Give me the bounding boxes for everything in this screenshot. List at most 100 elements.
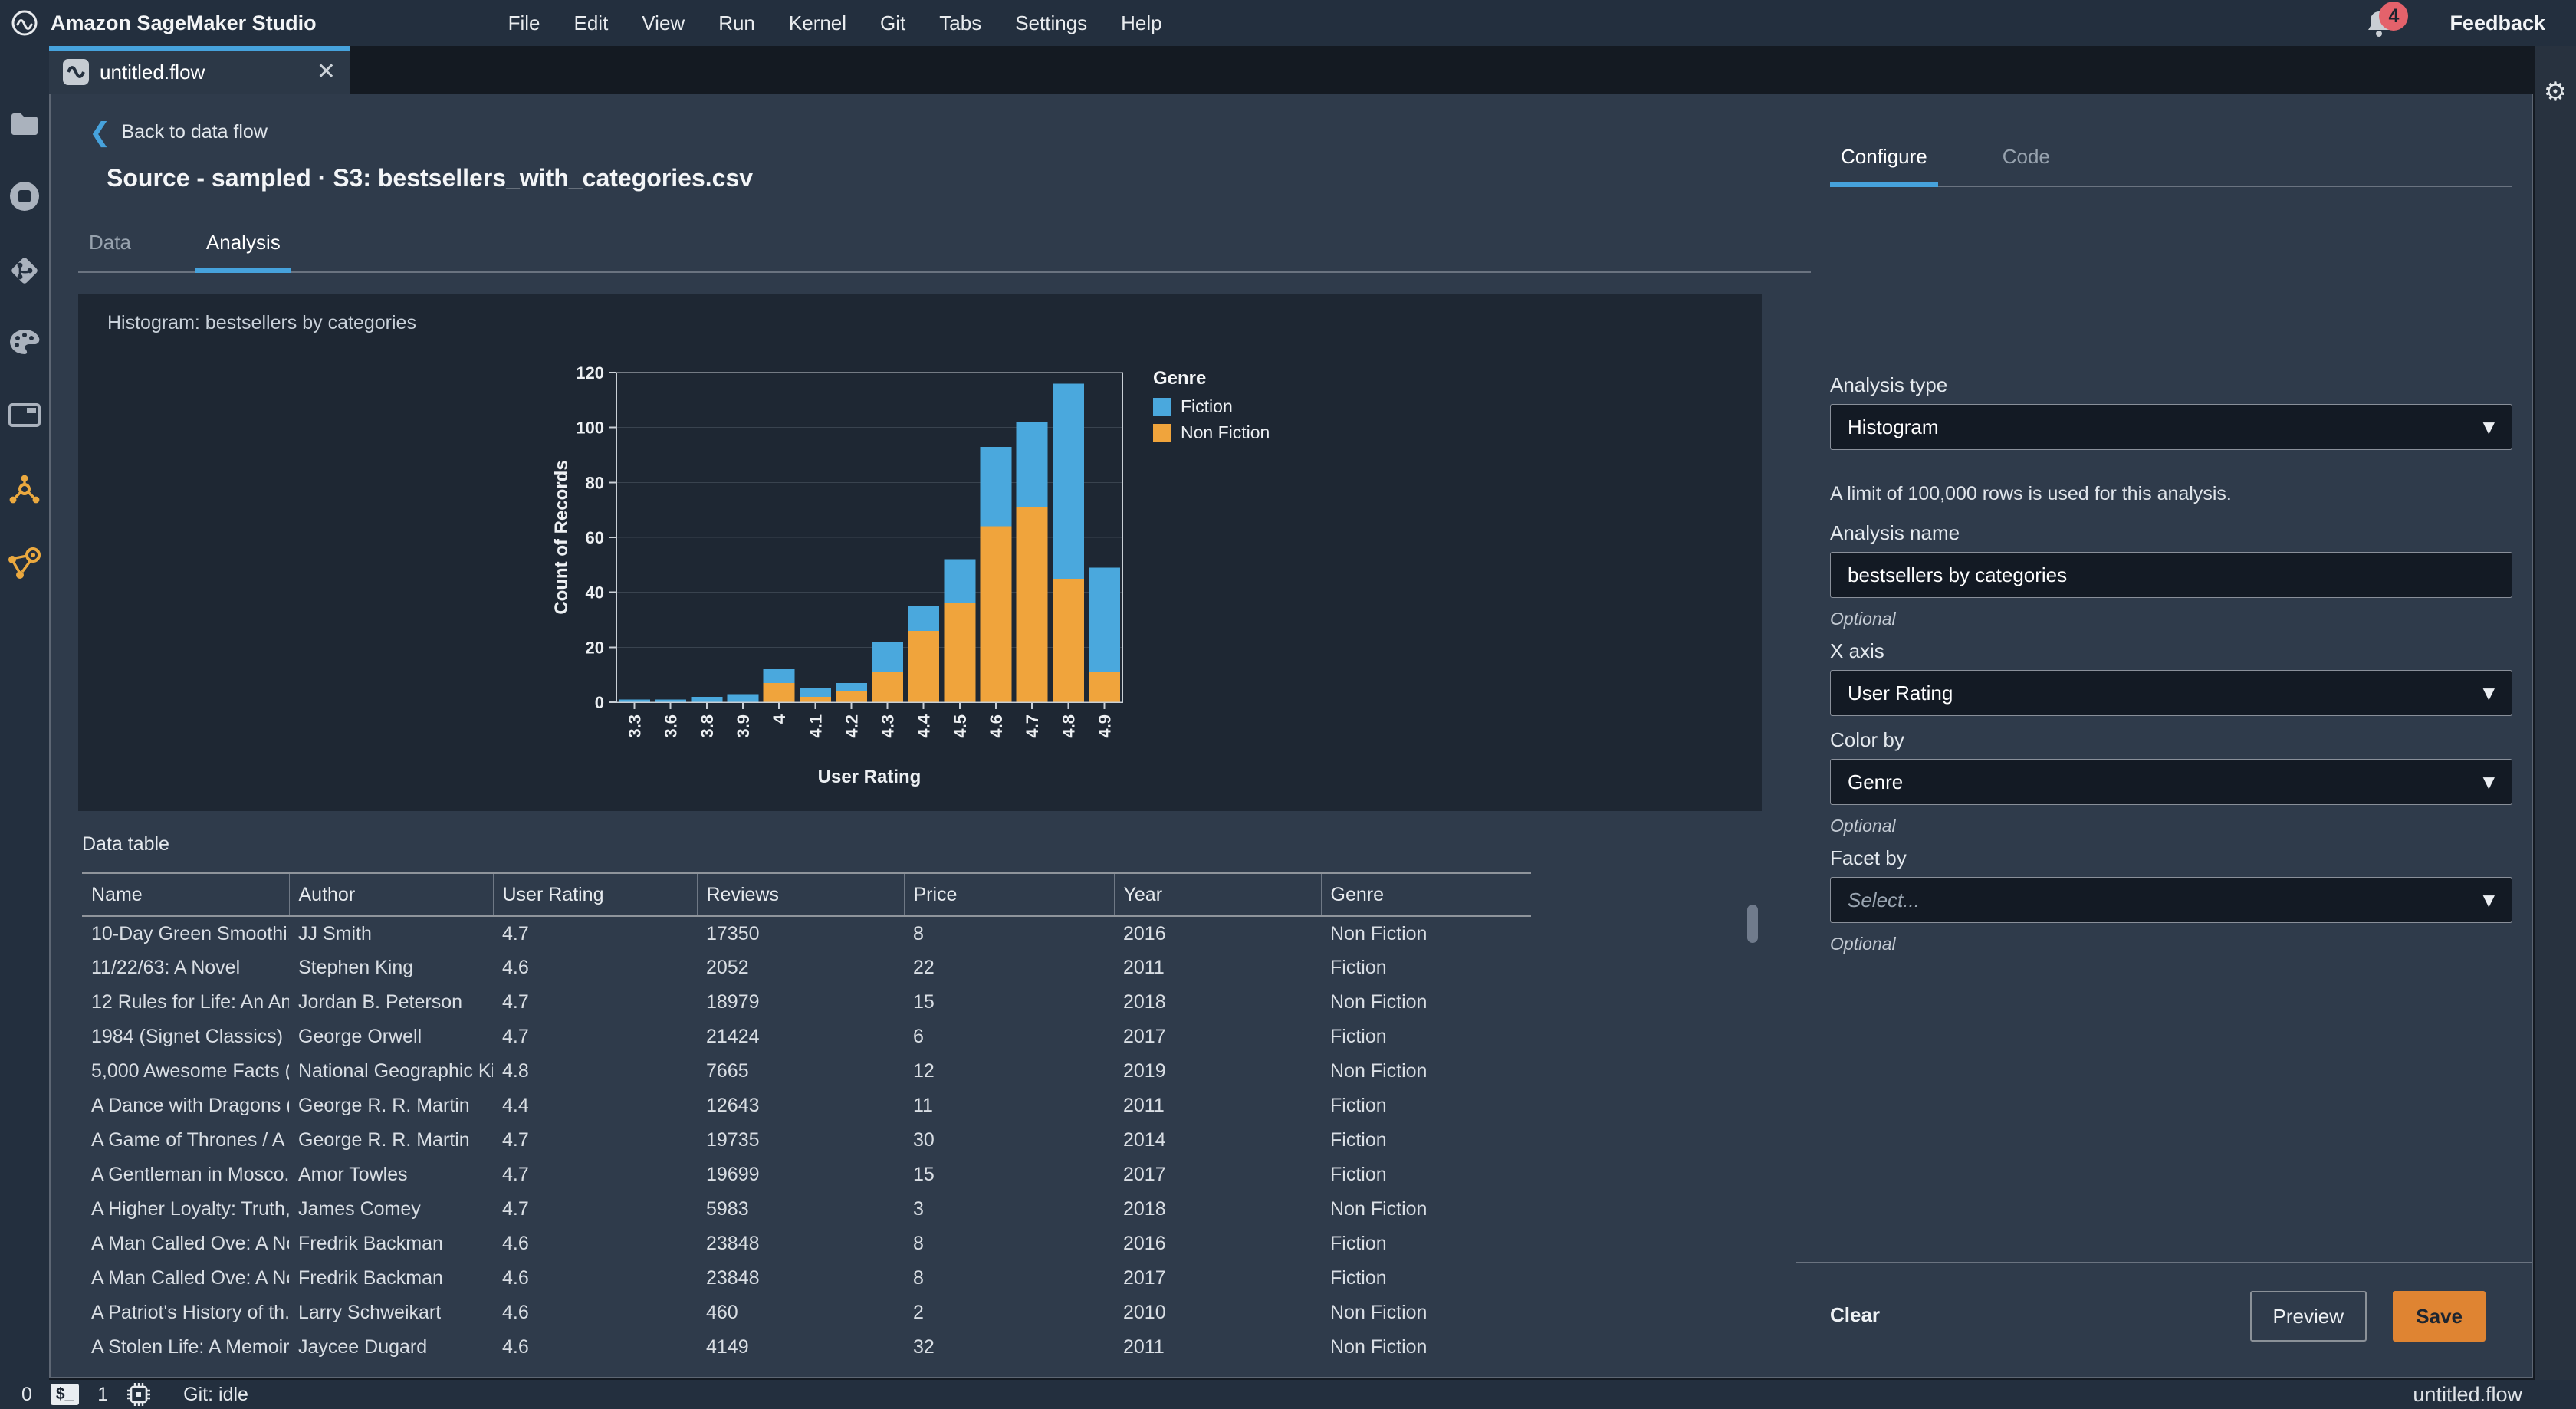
color-by-dropdown[interactable]: Genre ▼ [1830, 759, 2512, 805]
table-row[interactable]: 1984 (Signet Classics) George Orwell 4.7 21… [82, 1020, 1531, 1054]
table-header: Name Author User Rating Reviews Price Year Gen… [82, 872, 1531, 917]
kernel-chip-icon[interactable] [125, 1381, 153, 1408]
feedback-link[interactable]: Feedback [2450, 11, 2545, 35]
svg-text:60: 60 [586, 528, 604, 547]
analysis-name-label: Analysis name [1830, 521, 1960, 544]
row-limit-note: A limit of 100,000 rows is used for this… [1830, 483, 2232, 504]
back-to-data-flow-link[interactable]: ❮ Back to data flow [89, 120, 268, 146]
menu-bar: File Edit View Run Kernel Git Tabs Settings Help [508, 11, 1162, 35]
svg-text:User Rating: User Rating [818, 767, 922, 787]
analysis-config-panel: Configure Code Analysis type Histogram ▼… [1796, 94, 2532, 1375]
running-kernels-icon[interactable] [8, 180, 41, 212]
table-row[interactable]: A Stolen Life: A Memoir Jaycee Dugard 4.6 4… [82, 1330, 1531, 1357]
analysis-type-dropdown[interactable]: Histogram ▼ [1830, 404, 2512, 450]
components-registry-icon[interactable] [8, 474, 41, 507]
column-header-genre[interactable]: Genre [1320, 872, 1531, 917]
table-row[interactable]: A Patriot's History of th... Larry Schwei… [82, 1296, 1531, 1330]
tab-code[interactable]: Code [1992, 134, 2061, 186]
tab-analysis[interactable]: Analysis [195, 220, 291, 273]
color-by-label: Color by [1830, 728, 1904, 751]
table-row[interactable]: A Man Called Ove: A No...Fredrik Backman… [82, 1227, 1531, 1261]
preview-button[interactable]: Preview [2249, 1291, 2367, 1342]
menu-item-edit[interactable]: Edit [573, 11, 608, 35]
status-bar: 0 $_ 1 Git: idle untitled.flow [0, 1380, 2576, 1409]
column-header-user-rating[interactable]: User Rating [492, 872, 697, 917]
table-row[interactable]: A Dance with Dragons (... George R. R. Ma… [82, 1089, 1531, 1123]
table-row[interactable]: 11/22/63: A Novel Stephen King 4.6 2052 22 20… [82, 951, 1531, 985]
table-row[interactable]: A Man Called Ove: A No...Fredrik Backman… [82, 1261, 1531, 1296]
svg-text:4.5: 4.5 [951, 714, 970, 738]
svg-text:4.9: 4.9 [1095, 714, 1114, 738]
pipeline-graph-icon[interactable] [7, 546, 42, 580]
svg-text:Non Fiction: Non Fiction [1181, 422, 1270, 442]
svg-text:3.6: 3.6 [662, 714, 681, 738]
status-file-name: untitled.flow [2413, 1382, 2522, 1406]
tab-untitled-flow[interactable]: untitled.flow ✕ [49, 46, 350, 94]
svg-text:3.3: 3.3 [626, 714, 645, 738]
commands-palette-icon[interactable] [8, 328, 41, 356]
file-browser-icon[interactable] [10, 111, 39, 137]
histogram-chart-panel: Histogram: bestsellers by categories 0 20… [78, 294, 1762, 811]
svg-text:0: 0 [595, 693, 604, 712]
svg-text:3.8: 3.8 [698, 714, 717, 738]
table-row[interactable]: A Game of Thrones / A ... George R. R. Ma… [82, 1123, 1531, 1158]
tab-title: untitled.flow [100, 60, 205, 84]
flow-editor-panel: ❮ Back to data flow Source - sampled · S… [49, 94, 2533, 1378]
svg-text:20: 20 [586, 638, 604, 657]
clear-button[interactable]: Clear [1830, 1303, 1880, 1327]
svg-text:4.4: 4.4 [915, 714, 934, 737]
table-scrollbar[interactable] [1747, 905, 1758, 943]
menu-item-tabs[interactable]: Tabs [939, 11, 981, 35]
config-footer: Clear Preview Save [1796, 1262, 2532, 1375]
save-button[interactable]: Save [2393, 1291, 2486, 1342]
close-tab-icon[interactable]: ✕ [317, 61, 336, 84]
tab-configure[interactable]: Configure [1830, 134, 1938, 187]
svg-text:4.8: 4.8 [1059, 714, 1078, 738]
chevron-down-icon: ▼ [2482, 891, 2495, 909]
open-tabs-icon[interactable] [8, 402, 41, 428]
menu-item-settings[interactable]: Settings [1015, 11, 1087, 35]
table-row[interactable]: 5,000 Awesome Facts (... National Geograp… [82, 1054, 1531, 1089]
table-row[interactable]: 10-Day Green Smoothi... JJ Smith 4.7 17350 8… [82, 916, 1531, 951]
svg-text:100: 100 [576, 419, 604, 438]
menu-item-run[interactable]: Run [718, 11, 755, 35]
notification-badge: 4 [2379, 2, 2409, 31]
table-row[interactable]: A Higher Loyalty: Truth,... James Comey 4.… [82, 1192, 1531, 1227]
column-header-author[interactable]: Author [288, 872, 493, 917]
menu-item-kernel[interactable]: Kernel [789, 11, 846, 35]
left-activity-bar [0, 46, 49, 1380]
git-status: Git: idle [183, 1383, 248, 1405]
column-header-price[interactable]: Price [903, 872, 1114, 917]
sagemaker-logo-icon [12, 10, 38, 36]
svg-text:4.1: 4.1 [806, 714, 825, 738]
data-analysis-tabs: Data Analysis [78, 220, 1811, 273]
facet-by-dropdown[interactable]: Select... ▼ [1830, 877, 2512, 923]
analysis-name-input[interactable]: bestsellers by categories [1830, 552, 2512, 598]
svg-text:40: 40 [586, 583, 604, 603]
tab-data[interactable]: Data [78, 220, 142, 271]
column-header-reviews[interactable]: Reviews [696, 872, 904, 917]
svg-text:Count of Records: Count of Records [551, 460, 572, 614]
column-header-name[interactable]: Name [82, 872, 289, 917]
table-row[interactable]: A Gentleman in Mosco... Amor Towles 4.7 196… [82, 1158, 1531, 1192]
git-icon[interactable] [8, 255, 41, 287]
configure-code-tabs: Configure Code [1830, 134, 2512, 187]
menu-item-help[interactable]: Help [1121, 11, 1162, 35]
svg-text:Fiction: Fiction [1181, 396, 1233, 416]
settings-gear-icon[interactable]: ⚙ [2544, 77, 2567, 107]
menu-item-view[interactable]: View [642, 11, 685, 35]
app-title: Amazon SageMaker Studio [51, 11, 317, 34]
page-title: Source - sampled · S3: bestsellers_with_… [107, 164, 754, 192]
x-axis-dropdown[interactable]: User Rating ▼ [1830, 670, 2512, 716]
chevron-down-icon: ▼ [2482, 684, 2495, 702]
table-row[interactable]: 12 Rules for Life: An An... Jordan B. Pet… [82, 985, 1531, 1020]
optional-hint: Optional [1830, 816, 1896, 836]
column-header-year[interactable]: Year [1113, 872, 1321, 917]
notifications-button[interactable]: 4 [2362, 2, 2409, 40]
document-tab-bar: untitled.flow ✕ [49, 46, 2533, 94]
menu-item-file[interactable]: File [508, 11, 540, 35]
menu-item-git[interactable]: Git [880, 11, 905, 35]
x-axis-label: X axis [1830, 639, 1884, 662]
terminal-icon[interactable]: $_ [50, 1384, 80, 1405]
svg-text:4.7: 4.7 [1023, 714, 1042, 738]
